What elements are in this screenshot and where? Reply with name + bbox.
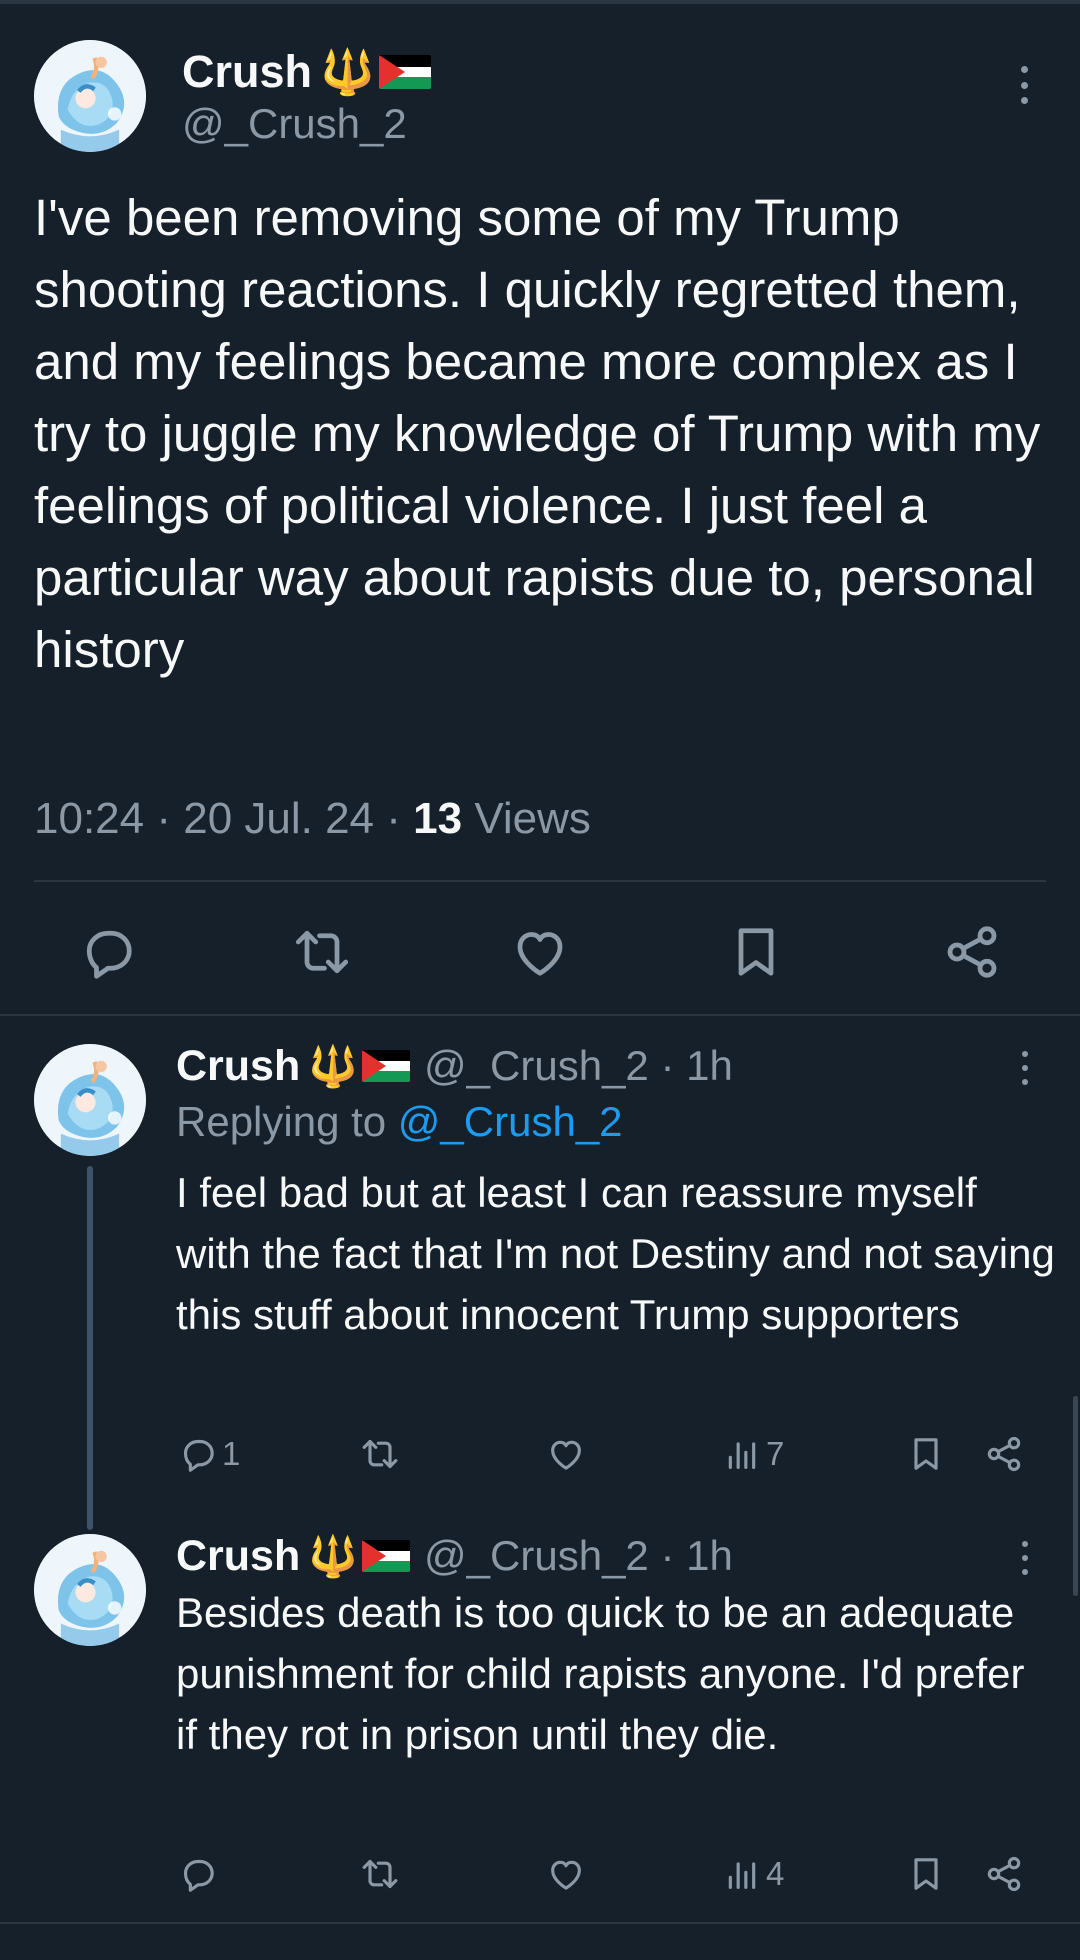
thread-line <box>87 1166 93 1530</box>
trident-icon: 🔱 <box>308 1044 359 1089</box>
meta-separator: · <box>374 794 414 843</box>
author-name-row[interactable]: Crush 🔱 <box>182 44 431 100</box>
tweet-date: 20 Jul. 24 <box>183 794 375 843</box>
reply-icon <box>178 1854 218 1894</box>
palestine-flag-icon <box>362 1540 411 1572</box>
bookmark-icon <box>906 1854 946 1894</box>
replying-to: Replying to @_Crush_2 <box>176 1098 623 1146</box>
reply-button[interactable] <box>78 922 138 982</box>
bookmark-button[interactable] <box>906 1434 946 1474</box>
views-label[interactable]: Views <box>474 794 591 843</box>
avatar[interactable] <box>34 1044 146 1156</box>
reply-icon <box>78 922 138 982</box>
author-handle[interactable]: @_Crush_2 <box>182 100 407 148</box>
author-emojis: 🔱 <box>308 1533 411 1580</box>
share-button[interactable] <box>984 1434 1024 1474</box>
tweet-meta: 10:24 · 20 Jul. 24 · 13 Views <box>34 794 591 844</box>
share-button[interactable] <box>984 1854 1024 1894</box>
retweet-icon <box>292 922 352 982</box>
reply-icon <box>178 1434 218 1474</box>
retweet-icon <box>360 1434 400 1474</box>
retweet-button[interactable] <box>360 1434 404 1474</box>
retweet-button[interactable] <box>292 922 352 982</box>
trident-icon: 🔱 <box>308 1534 359 1579</box>
share-button[interactable] <box>942 922 1002 982</box>
views-count: 4 <box>766 1855 785 1892</box>
like-button[interactable] <box>546 1434 590 1474</box>
author-name-row[interactable]: Crush 🔱 @_Crush_2 · 1h <box>176 1040 733 1092</box>
tweet-text: Besides death is too quick to be an adeq… <box>176 1589 1025 1758</box>
reply-count: 1 <box>222 1435 241 1472</box>
more-options-icon[interactable] <box>1018 1541 1032 1575</box>
handle-and-time[interactable]: @_Crush_2 · 1h <box>424 1532 733 1580</box>
bookmark-button[interactable] <box>906 1854 946 1894</box>
author-emojis: 🔱 <box>308 1043 411 1090</box>
retweet-icon <box>360 1854 400 1894</box>
views-button[interactable]: 7 <box>722 1434 784 1474</box>
share-icon <box>984 1854 1024 1894</box>
main-tweet: Crush 🔱 @_Crush_2 I've been removing som… <box>0 4 1080 1015</box>
avatar[interactable] <box>34 1534 146 1646</box>
author-name-row[interactable]: Crush 🔱 @_Crush_2 · 1h <box>176 1530 733 1582</box>
views-icon <box>722 1854 762 1894</box>
author-name[interactable]: Crush <box>176 1532 300 1581</box>
views-count: 7 <box>766 1435 785 1472</box>
section-divider <box>0 1014 1080 1016</box>
bottom-divider <box>0 1922 1080 1924</box>
views-button[interactable]: 4 <box>722 1854 784 1894</box>
trident-icon: 🔱 <box>320 48 375 97</box>
author-emojis: 🔱 <box>320 46 431 98</box>
handle-and-time[interactable]: @_Crush_2 · 1h <box>424 1042 733 1090</box>
author-name[interactable]: Crush <box>176 1042 300 1091</box>
views-count[interactable]: 13 <box>413 794 462 843</box>
reply-button[interactable]: 1 <box>178 1434 240 1474</box>
reply-button[interactable] <box>178 1854 222 1894</box>
tweet-time: 10:24 <box>34 794 145 843</box>
avatar[interactable] <box>34 40 146 152</box>
palestine-flag-icon <box>378 55 431 89</box>
retweet-button[interactable] <box>360 1854 404 1894</box>
replying-mention[interactable]: @_Crush_2 <box>398 1098 623 1145</box>
share-icon <box>984 1434 1024 1474</box>
scrollbar[interactable] <box>1073 1396 1078 1596</box>
like-button[interactable] <box>546 1854 590 1894</box>
like-icon <box>510 922 570 982</box>
bookmark-button[interactable] <box>726 922 786 982</box>
more-options-icon[interactable] <box>1016 66 1032 104</box>
author-name[interactable]: Crush <box>182 46 312 98</box>
bookmark-icon <box>906 1434 946 1474</box>
bookmark-icon <box>726 922 786 982</box>
views-icon <box>722 1434 762 1474</box>
like-icon <box>546 1434 586 1474</box>
tweet-text: I feel bad but at least I can reassure m… <box>176 1169 1055 1338</box>
share-icon <box>942 922 1002 982</box>
replying-label: Replying to <box>176 1098 387 1145</box>
like-icon <box>546 1854 586 1894</box>
actions-divider <box>34 880 1046 882</box>
meta-separator: · <box>144 794 184 843</box>
more-options-icon[interactable] <box>1018 1051 1032 1085</box>
tweet-text: I've been removing some of my Trump shoo… <box>34 189 1041 678</box>
like-button[interactable] <box>510 922 570 982</box>
palestine-flag-icon <box>362 1050 411 1082</box>
